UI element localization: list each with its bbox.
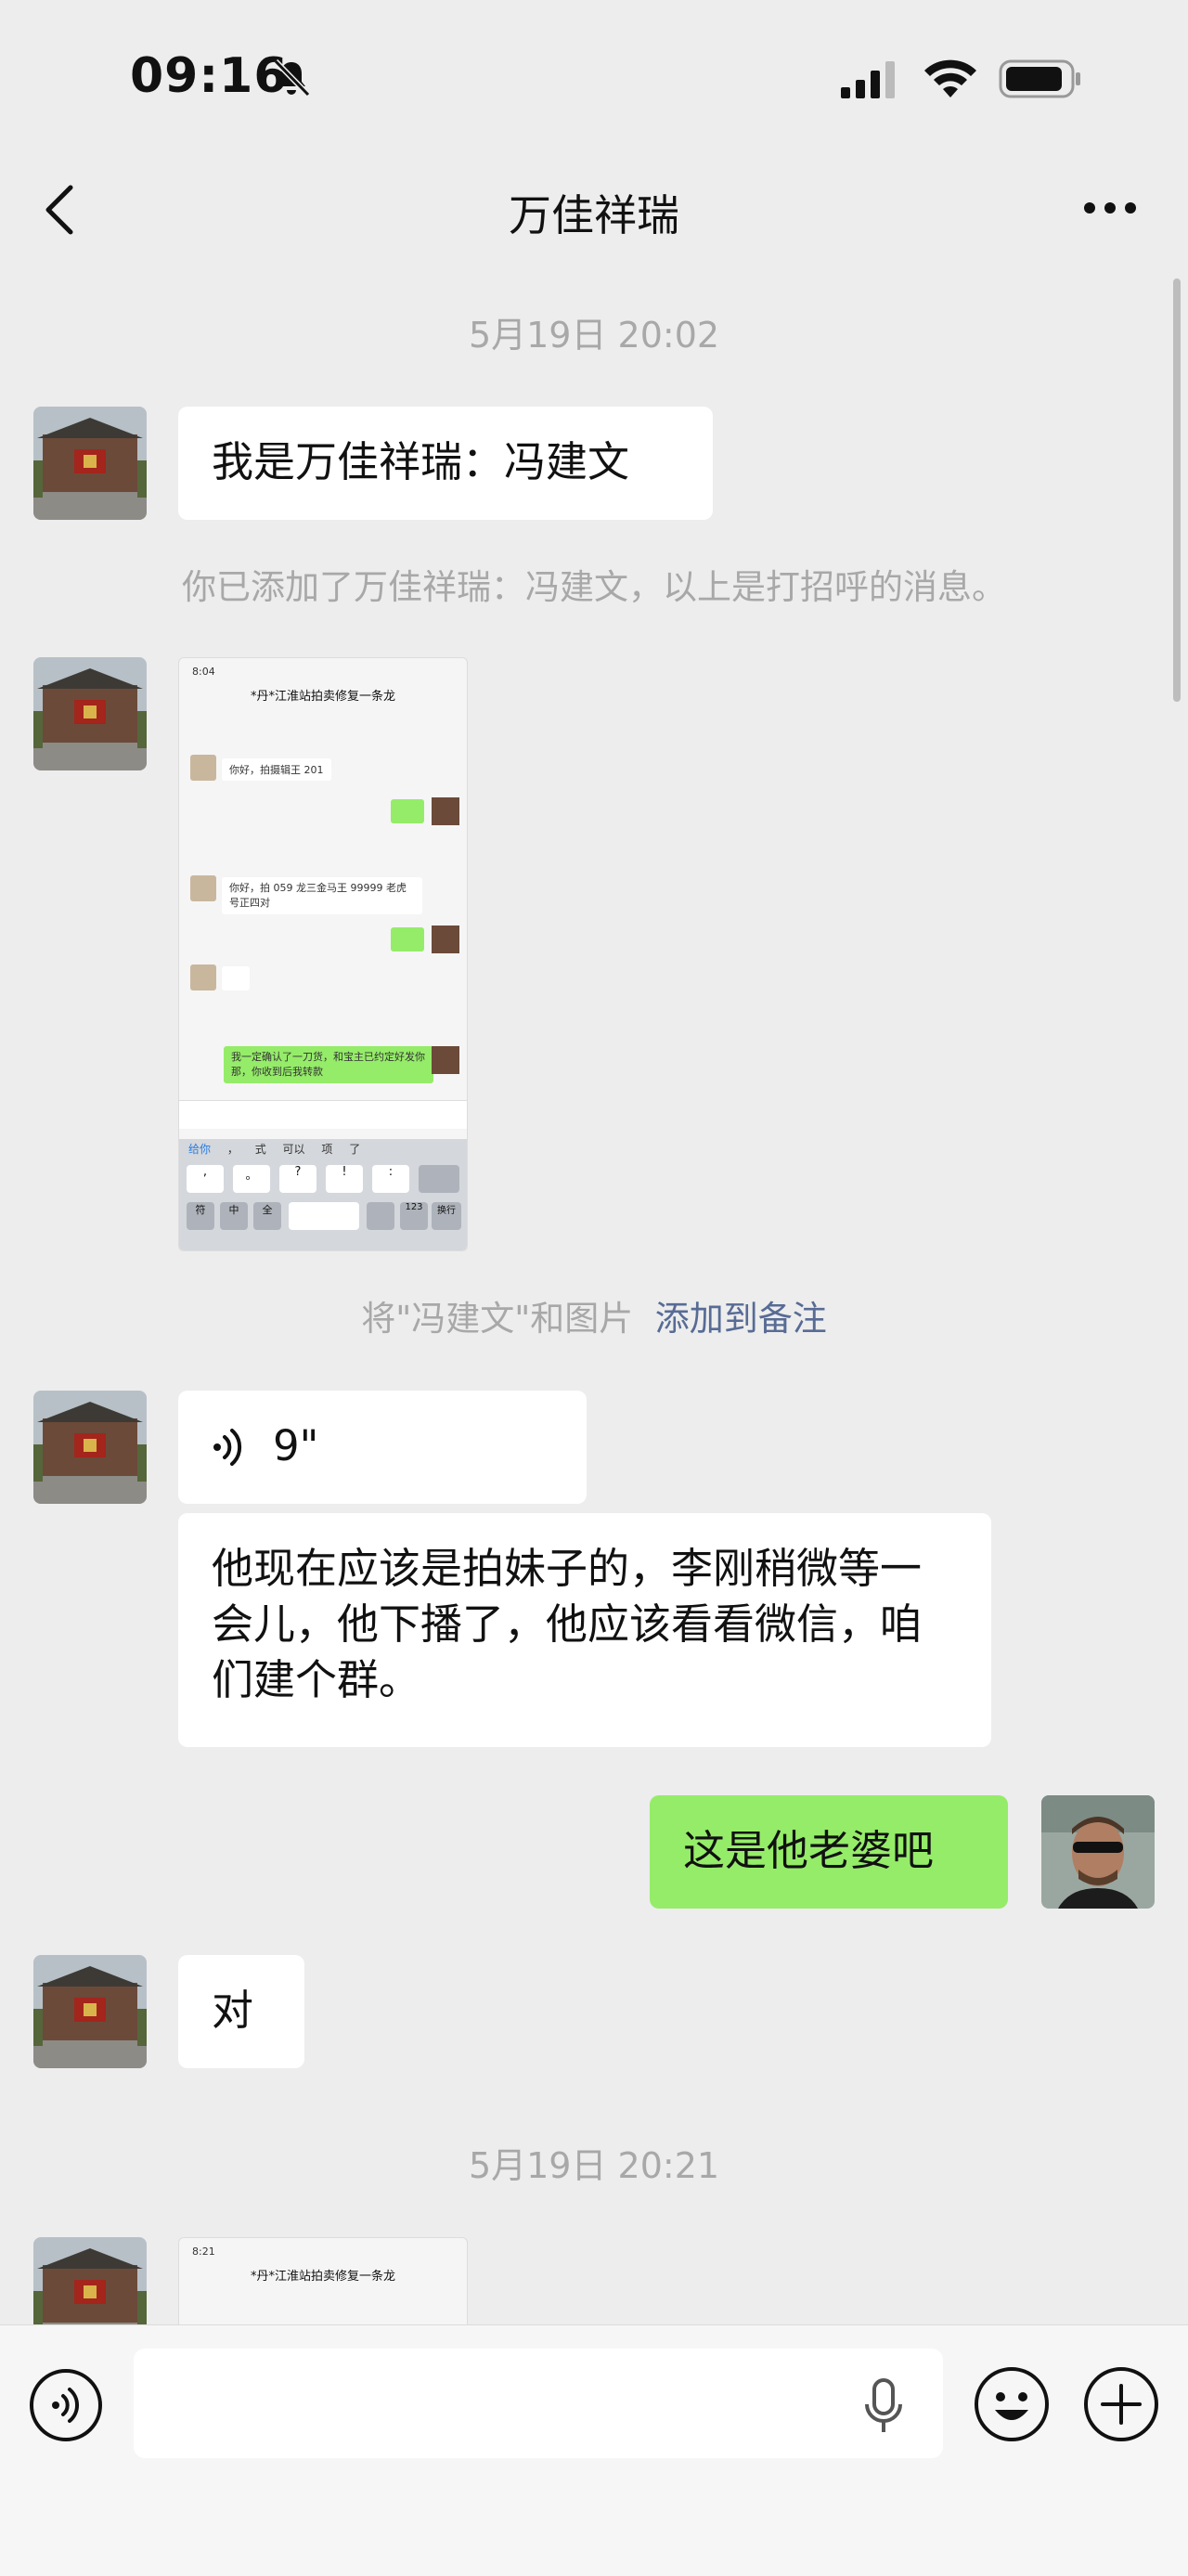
shot-bubble	[391, 799, 424, 823]
shot-inputbar	[179, 1100, 467, 1129]
shot-time: 8:04	[192, 666, 215, 678]
shot-avatar	[190, 964, 216, 990]
voice-message[interactable]: 9"	[178, 1391, 587, 1504]
shot-keyboard: 给你 ， 式 可以 项 了 , 。 ? ! : 符 中 全 123 换行	[179, 1139, 467, 1250]
message-text: 他现在应该是拍妹子的，李刚稍微等一会儿，他下播了，他应该看看微信，咱们建个群。	[212, 1544, 923, 1704]
signal-icon	[841, 61, 895, 98]
timestamp: 5月19日 20:21	[468, 2145, 720, 2186]
bell-muted-icon	[273, 58, 311, 97]
shot-avatar	[190, 875, 216, 901]
message-input[interactable]	[134, 2349, 943, 2458]
emoji-icon[interactable]	[973, 2365, 1051, 2443]
remark-hint-text: 将"冯建文"和图片	[361, 1299, 634, 1339]
more-icon[interactable]	[1080, 197, 1140, 219]
shot-avatar	[432, 926, 459, 953]
my-message-bubble[interactable]: 这是他老婆吧	[650, 1795, 1008, 1909]
voice-input-icon[interactable]	[28, 2367, 104, 2443]
image-message[interactable]: 8:04 *丹*江淮站拍卖修复一条龙 你好，拍摄辑王 201 你好，拍 059 …	[178, 657, 468, 1251]
microphone-icon[interactable]	[863, 2376, 904, 2436]
shot-time: 8:21	[192, 2246, 215, 2258]
battery-icon	[999, 59, 1080, 98]
message-bubble[interactable]: 我是万佳祥瑞：冯建文	[178, 407, 713, 520]
shot-message: 你好，拍摄辑王 201	[222, 758, 331, 781]
message-bubble[interactable]: 对	[178, 1955, 304, 2068]
shot-bubble	[391, 927, 424, 951]
shot-title: *丹*江淮站拍卖修复一条龙	[250, 690, 395, 704]
plus-icon[interactable]	[1082, 2365, 1160, 2443]
contact-avatar[interactable]	[33, 407, 147, 520]
remark-hint: 将"冯建文"和图片 添加到备注	[0, 1290, 1188, 1340]
message-text: 这是他老婆吧	[683, 1826, 935, 1875]
timestamp: 5月19日 20:02	[468, 315, 720, 356]
shot-message: 我一定确认了一刀货，和宝主已约定好发你那，你收到后我转款	[224, 1046, 433, 1083]
shot-title: *丹*江淮站拍卖修复一条龙	[250, 2270, 395, 2284]
voice-wave-icon	[213, 1429, 242, 1466]
system-notice: 你已添加了万佳祥瑞：冯建文，以上是打招呼的消息。	[182, 567, 1006, 607]
shot-avatar	[432, 1046, 459, 1074]
message-text: 对	[212, 1986, 254, 2035]
status-time: 09:16	[130, 48, 289, 104]
voice-duration: 9"	[273, 1421, 319, 1470]
shot-avatar	[190, 755, 216, 781]
message-text: 我是万佳祥瑞：冯建文	[212, 437, 630, 486]
shot-bubble	[222, 966, 250, 990]
message-bubble[interactable]: 他现在应该是拍妹子的，李刚稍微等一会儿，他下播了，他应该看看微信，咱们建个群。	[178, 1513, 991, 1747]
contact-avatar[interactable]	[33, 1391, 147, 1504]
shot-message: 你好，拍 059 龙三金马王 99999 老虎号正四对	[222, 877, 422, 914]
contact-avatar[interactable]	[33, 657, 147, 770]
add-to-remark-link[interactable]: 添加到备注	[655, 1299, 827, 1339]
contact-avatar[interactable]	[33, 1955, 147, 2068]
my-avatar[interactable]	[1041, 1795, 1155, 1909]
chat-title: 万佳祥瑞	[509, 190, 679, 240]
wifi-icon	[924, 59, 976, 97]
shot-avatar	[432, 797, 459, 825]
